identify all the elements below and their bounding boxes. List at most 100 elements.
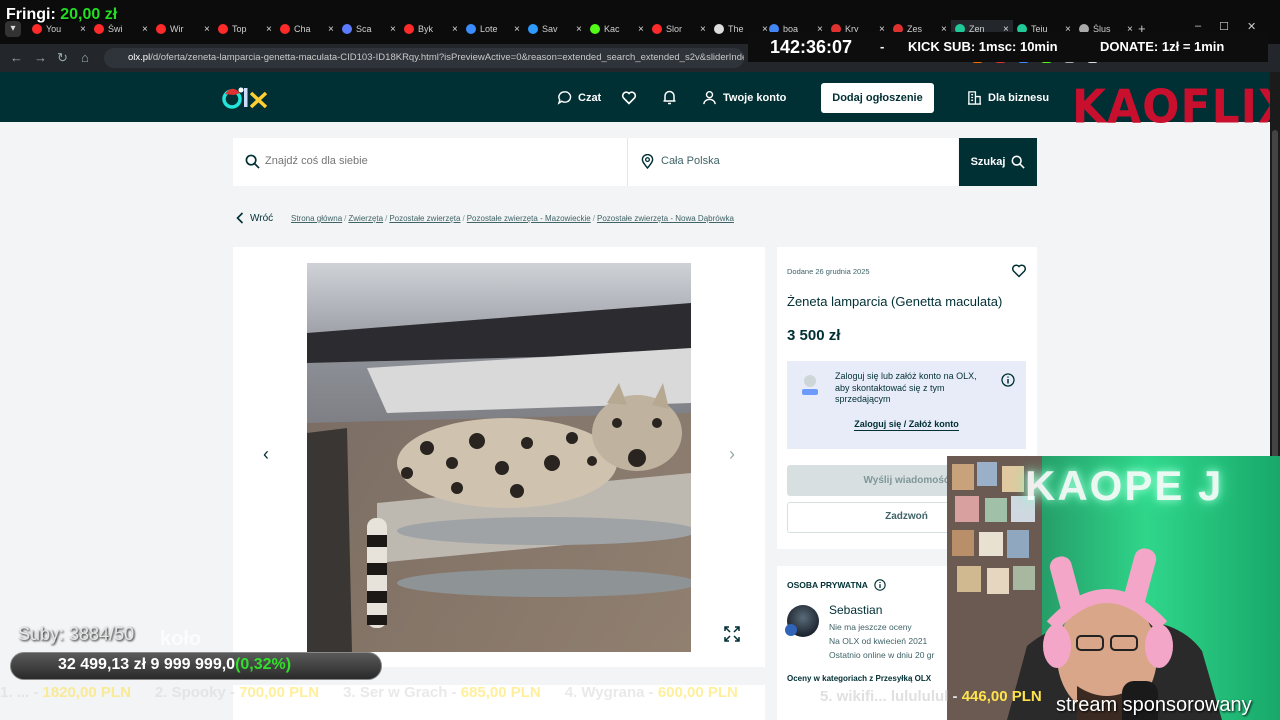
- browser-tab[interactable]: Byk ×: [400, 20, 462, 38]
- browser-tab[interactable]: Sav ×: [524, 20, 586, 38]
- ticker-amount: 685,00 PLN: [460, 684, 541, 701]
- tab-title: Lote: [480, 24, 498, 34]
- ticker-label: 3. Ser w Grach -: [343, 684, 461, 701]
- tab-close-icon[interactable]: ×: [266, 24, 276, 35]
- ticker-current-item: 5. wikifi... lulululul - 446,00 PLN: [820, 688, 1042, 705]
- listing-photo[interactable]: [307, 263, 691, 652]
- search-button-label: Szukaj: [970, 156, 1006, 168]
- login-prompt-text: Zaloguj się lub załóż konto na OLX, aby …: [835, 371, 977, 404]
- tab-close-icon[interactable]: ×: [638, 24, 648, 35]
- chat-icon: [557, 91, 572, 105]
- ticker-label: 4. Wygrana -: [564, 684, 658, 701]
- wheel-label: koło: [160, 628, 202, 650]
- ticker-current-amount: 446,00 PLN: [961, 688, 1042, 705]
- tab-close-icon[interactable]: ×: [142, 24, 152, 35]
- search-icon: [245, 154, 260, 169]
- ticker-item: 1. ... - 1820,00 PLN: [0, 684, 131, 701]
- login-link-label: Zaloguj się / Załóż konto: [854, 419, 959, 431]
- olx-logo[interactable]: [222, 84, 270, 110]
- browser-tab[interactable]: Kac ×: [586, 20, 648, 38]
- tab-favicon-icon: [32, 24, 42, 34]
- breadcrumb-item[interactable]: Pozostałe zwierzęta - Nowa Dąbrówka: [597, 214, 734, 223]
- breadcrumb-item[interactable]: Zwierzęta: [348, 214, 383, 223]
- browser-tab[interactable]: Lote ×: [462, 20, 524, 38]
- building-icon: [967, 91, 982, 105]
- next-image-button[interactable]: ›: [720, 443, 744, 467]
- url-path: /d/oferta/zeneta-lamparcia-genetta-macul…: [150, 52, 744, 63]
- account-link[interactable]: Twoje konto: [702, 90, 786, 105]
- seller-name[interactable]: Sebastian: [829, 603, 882, 617]
- tab-close-icon[interactable]: ×: [328, 24, 338, 35]
- heart-icon[interactable]: [621, 90, 637, 105]
- search-bar: [233, 138, 958, 186]
- prev-image-button[interactable]: ‹: [254, 443, 278, 467]
- seller-type-label: OSOBA PRYWATNA: [787, 580, 868, 590]
- sponsored-stream-label: stream sponsorowany: [1056, 694, 1252, 716]
- page-scrollbar-thumb[interactable]: [1272, 130, 1278, 460]
- tab-favicon-icon: [652, 24, 662, 34]
- tab-title: Sav: [542, 24, 558, 34]
- browser-tab[interactable]: Cha ×: [276, 20, 338, 38]
- listing-title: Żeneta lamparcia (Genetta maculata): [787, 294, 1003, 309]
- login-link[interactable]: Zaloguj się / Załóż konto: [787, 419, 1026, 431]
- image-gallery: ‹ ›: [233, 247, 765, 667]
- tab-list: You × Świ × Wir × Top × Cha × Sca × Byk × Lote × Sav × Kac…: [28, 20, 772, 38]
- seller-info-icon[interactable]: [874, 579, 886, 591]
- tab-close-icon[interactable]: ×: [80, 24, 90, 35]
- back-link[interactable]: Wróć: [236, 212, 273, 224]
- donation-goal-text: 32 499,13 zł 9 999 999,0(0,32%): [58, 656, 291, 674]
- breadcrumb-item[interactable]: Strona główna: [291, 214, 342, 223]
- seller-category-ratings: Oceny w kategoriach z Przesyłką OLX: [787, 674, 932, 683]
- goal-target: 9 999 999,0: [150, 656, 236, 673]
- seller-last-online: Ostatnio online w dniu 20 gr: [829, 650, 935, 660]
- forward-arrow-icon[interactable]: →: [34, 50, 47, 65]
- search-button-icon: [1011, 155, 1026, 169]
- tab-close-icon[interactable]: ×: [576, 24, 586, 35]
- tab-close-icon[interactable]: ×: [514, 24, 524, 35]
- subs-counter: Suby: 3884/50: [18, 624, 135, 644]
- home-icon[interactable]: ⌂: [81, 50, 89, 65]
- business-link[interactable]: Dla biznesu: [967, 90, 1049, 105]
- login-illustration-icon: [802, 375, 818, 395]
- browser-tab[interactable]: Wir ×: [152, 20, 214, 38]
- bell-icon[interactable]: [662, 89, 677, 105]
- url-field[interactable]: olx.pl/d/oferta/zeneta-lamparcia-genetta…: [104, 48, 744, 68]
- browser-tab[interactable]: Top ×: [214, 20, 276, 38]
- fringi-counter: Fringi: 20,00 zł: [6, 6, 117, 24]
- info-icon[interactable]: [1001, 373, 1015, 387]
- account-label: Twoje konto: [723, 91, 787, 104]
- tab-title: Byk: [418, 24, 434, 34]
- chat-label: Czat: [578, 91, 602, 104]
- tab-favicon-icon: [528, 24, 538, 34]
- timer-separator: -: [880, 39, 885, 54]
- search-input[interactable]: [265, 155, 615, 167]
- tab-close-icon[interactable]: ×: [452, 24, 462, 35]
- tab-favicon-icon: [590, 24, 600, 34]
- fullscreen-icon[interactable]: [723, 625, 741, 643]
- subathon-timer-bar: 142:36:07 - KICK SUB: 1msc: 10min DONATE…: [748, 32, 1268, 62]
- add-listing-button[interactable]: Dodaj ogłoszenie: [821, 83, 934, 113]
- browser-tab[interactable]: Sca ×: [338, 20, 400, 38]
- listing-price: 3 500 zł: [787, 327, 841, 344]
- posted-date: Dodane 26 grudnia 2025: [787, 267, 870, 276]
- tab-close-icon[interactable]: ×: [390, 24, 400, 35]
- tab-favicon-icon: [94, 24, 104, 34]
- reload-icon[interactable]: ↻: [57, 50, 68, 66]
- favorite-icon[interactable]: [1011, 263, 1027, 278]
- tab-title: Sca: [356, 24, 372, 34]
- ticker-label: 1. ... -: [0, 684, 43, 701]
- breadcrumb-item[interactable]: Pozostałe zwierzęta: [389, 214, 460, 223]
- browser-tab[interactable]: Slor ×: [648, 20, 710, 38]
- tab-title: Kac: [604, 24, 620, 34]
- tab-close-icon[interactable]: ×: [204, 24, 214, 35]
- business-label: Dla biznesu: [988, 91, 1050, 104]
- location-input[interactable]: [661, 155, 941, 167]
- back-arrow-icon[interactable]: ←: [10, 50, 23, 65]
- tab-favicon-icon: [404, 24, 414, 34]
- search-button[interactable]: Szukaj: [959, 138, 1037, 186]
- url-site: olx.pl: [128, 52, 151, 63]
- chat-link[interactable]: Czat: [557, 90, 601, 105]
- breadcrumb-item[interactable]: Pozostałe zwierzęta - Mazowieckie: [467, 214, 591, 223]
- tab-title: Slor: [666, 24, 683, 34]
- tab-close-icon[interactable]: ×: [700, 24, 710, 35]
